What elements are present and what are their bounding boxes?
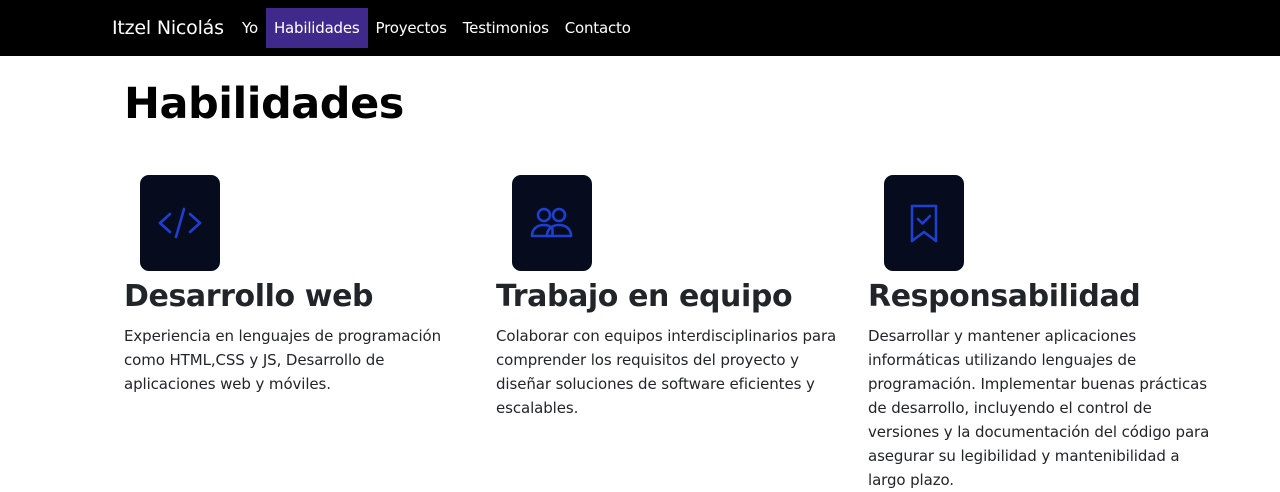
nav-links: Yo Habilidades Proyectos Testimonios Con… <box>234 8 639 48</box>
people-icon-box <box>512 175 592 271</box>
bookmark-icon-box <box>884 175 964 271</box>
code-icon-box <box>140 175 220 271</box>
people-icon <box>530 207 573 238</box>
nav-link-proyectos[interactable]: Proyectos <box>368 8 455 48</box>
feature-text: Experiencia en lenguajes de programación… <box>124 327 441 393</box>
nav-link-contacto[interactable]: Contacto <box>557 8 639 48</box>
code-icon <box>158 207 202 239</box>
bookmark-check-icon <box>910 204 938 243</box>
nav-link-yo[interactable]: Yo <box>234 8 266 48</box>
page-title: Habilidades <box>124 79 404 129</box>
nav-link-testimonios[interactable]: Testimonios <box>455 8 557 48</box>
nav-link-habilidades[interactable]: Habilidades <box>265 8 368 48</box>
feature-desarrollo-web: Desarrollo web Experiencia en lenguajes … <box>124 175 474 396</box>
feature-trabajo-en-equipo: Trabajo en equipo Colaborar con equipos … <box>496 175 846 420</box>
feature-title: Desarrollo web <box>124 279 374 314</box>
feature-title: Trabajo en equipo <box>496 279 793 314</box>
feature-text: Desarrollar y mantener aplicaciones info… <box>868 327 1210 489</box>
feature-text: Colaborar con equipos interdisciplinario… <box>496 327 837 417</box>
brand-link[interactable]: Itzel Nicolás <box>112 14 224 42</box>
top-navbar: Itzel Nicolás Yo Habilidades Proyectos T… <box>0 0 1280 56</box>
feature-responsabilidad: Responsabilidad Desarrollar y mantener a… <box>868 175 1218 492</box>
feature-title: Responsabilidad <box>868 279 1141 314</box>
